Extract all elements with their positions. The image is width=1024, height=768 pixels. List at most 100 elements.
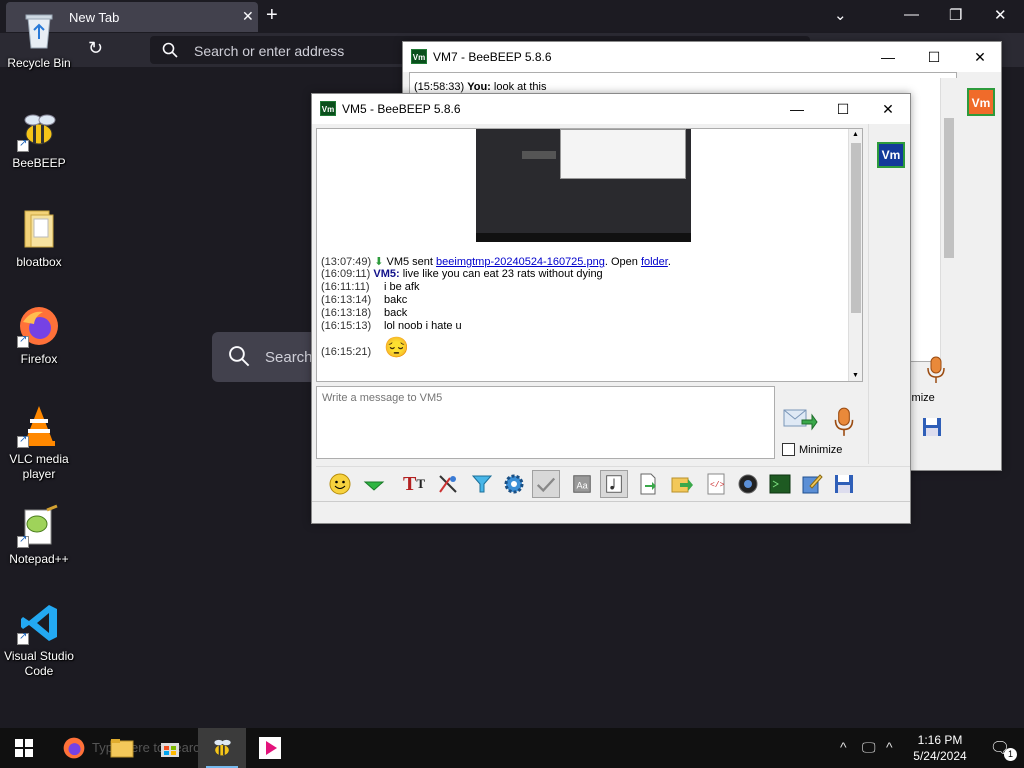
reload-icon[interactable]: ↻ xyxy=(88,38,103,59)
firefox-tab-bar: New Tab ✕ + ⌄ — ❐ ✕ xyxy=(0,0,1024,33)
close-icon[interactable]: ✕ xyxy=(994,6,1007,24)
start-button[interactable] xyxy=(0,728,48,768)
maximize-button[interactable]: ☐ xyxy=(820,94,866,124)
window-title-bar[interactable]: Vm VM5 - BeeBEEP 5.8.6 — ☐ ✕ xyxy=(312,94,910,124)
folder-icon xyxy=(110,739,134,758)
user-avatar-icon[interactable]: Vm xyxy=(967,88,995,116)
chat-message-text: back xyxy=(384,307,408,319)
desktop-icon-label: Notepad++ xyxy=(9,552,69,566)
clock-time: 1:16 PM xyxy=(917,733,963,747)
font-color-icon[interactable] xyxy=(434,470,462,498)
close-button[interactable]: ✕ xyxy=(957,42,1003,72)
search-placeholder: Search xyxy=(265,349,313,366)
open-folder-link[interactable]: folder xyxy=(641,256,668,268)
scrollbar-thumb[interactable] xyxy=(944,118,954,258)
send-icon xyxy=(783,409,818,431)
expand-down-icon[interactable] xyxy=(360,470,388,498)
network-icon[interactable]: 🖵 xyxy=(862,739,876,756)
user-avatar-icon[interactable]: Vm xyxy=(877,142,905,168)
screenshot-icon[interactable] xyxy=(734,470,762,498)
chat-message-text: bakc xyxy=(384,294,408,306)
chat-scrollbar[interactable] xyxy=(940,78,957,362)
taskbar-file-explorer[interactable] xyxy=(98,728,146,768)
html-code-icon[interactable]: </> xyxy=(702,470,730,498)
minimize-button[interactable]: — xyxy=(865,42,911,72)
emoticons-icon[interactable] xyxy=(326,470,354,498)
vm5-beebeep-window[interactable]: Vm VM5 - BeeBEEP 5.8.6 — ☐ ✕ (13:07:49) … xyxy=(311,93,911,524)
minimize-button[interactable]: — xyxy=(774,94,820,124)
system-clock[interactable]: 1:16 PM 5/24/2024 xyxy=(910,732,970,764)
desktop-icon-beebeep[interactable]: BeeBEEP xyxy=(0,108,78,171)
send-folder-icon[interactable] xyxy=(668,470,696,498)
restore-icon[interactable]: ❐ xyxy=(949,6,962,24)
desktop-icon-firefox[interactable]: Firefox xyxy=(0,304,78,367)
vscode-icon xyxy=(17,601,61,645)
vm5-user-panel: Vm xyxy=(868,124,912,464)
beebeep-logo-icon: Vm xyxy=(411,49,427,64)
taskbar-beebeep[interactable] xyxy=(198,728,246,768)
filter-icon[interactable] xyxy=(468,470,496,498)
shared-screenshot-image[interactable] xyxy=(476,129,691,242)
shortcut-arrow-icon xyxy=(17,334,29,348)
shortcut-arrow-icon xyxy=(17,534,29,548)
firefox-icon xyxy=(17,304,61,348)
minimize-icon[interactable]: — xyxy=(904,6,919,23)
maximize-button[interactable]: ☐ xyxy=(911,42,957,72)
volume-icon[interactable]: ^ xyxy=(886,739,893,755)
window-title-bar[interactable]: Vm VM7 - BeeBEEP 5.8.6 — ☐ ✕ xyxy=(403,42,1001,72)
minimize-label: Minimize xyxy=(799,444,843,456)
save-chat-icon[interactable] xyxy=(830,470,858,498)
chat-scrollbar[interactable]: ▲ ▼ xyxy=(848,129,862,381)
chat-history[interactable]: (13:07:49) ⬇ VM5 sent beeimgtmp-20240524… xyxy=(316,128,863,382)
taskbar-firefox[interactable] xyxy=(50,728,98,768)
chat-message: (16:15:13) xyxy=(321,320,372,332)
firefox-icon xyxy=(63,737,85,759)
desktop-icon-vlc[interactable]: VLC media player xyxy=(0,404,78,482)
new-tab-icon[interactable]: + xyxy=(266,4,278,27)
edit-note-icon[interactable] xyxy=(798,470,826,498)
notification-count-badge: 1 xyxy=(1004,748,1017,761)
desktop-icon-bloatbox[interactable]: bloatbox xyxy=(0,207,78,270)
sent-file-link[interactable]: beeimgtmp-20240524-160725.png xyxy=(436,256,605,268)
notification-center-button[interactable]: 🗨 1 xyxy=(976,728,1024,768)
settings-gear-icon[interactable] xyxy=(500,470,528,498)
close-tab-icon[interactable]: ✕ xyxy=(242,8,254,25)
minimize-checkbox[interactable] xyxy=(782,443,795,456)
scrollbar-thumb[interactable] xyxy=(851,143,861,313)
chat-line: (15:58:33) You: look at this xyxy=(414,81,547,93)
chat-message: (16:15:21) xyxy=(321,346,372,358)
svg-text:</>: </> xyxy=(710,481,725,490)
microphone-icon xyxy=(834,407,854,436)
desktop-icon-label: Recycle Bin xyxy=(7,56,71,70)
note-icon[interactable] xyxy=(600,470,628,498)
taskbar-store[interactable] xyxy=(146,728,194,768)
dictionary-icon[interactable]: Aa xyxy=(568,470,596,498)
terminal-icon[interactable] xyxy=(766,470,794,498)
send-file-icon[interactable] xyxy=(634,470,662,498)
show-hidden-icons-icon[interactable]: ^ xyxy=(840,739,847,755)
taskbar: Type here to search ^ 🖵 ^ 1:16 PM 5/24/2… xyxy=(0,728,1024,768)
store-icon xyxy=(161,743,179,757)
scroll-down-icon[interactable]: ▼ xyxy=(852,372,859,379)
desktop-icon-vscode[interactable]: Visual Studio Code xyxy=(0,601,78,679)
desktop-icon-recycle-bin[interactable]: Recycle Bin xyxy=(0,8,78,71)
save-icon[interactable] xyxy=(921,416,943,441)
address-placeholder: Search or enter address xyxy=(194,43,345,59)
voice-message-button[interactable] xyxy=(830,406,858,438)
taskbar-media-player[interactable] xyxy=(246,728,294,768)
message-input[interactable] xyxy=(316,386,775,459)
scroll-up-icon[interactable]: ▲ xyxy=(852,131,859,138)
microphone-icon[interactable] xyxy=(925,355,947,388)
notepadpp-icon xyxy=(17,504,61,548)
spell-check-icon[interactable] xyxy=(532,470,560,498)
send-button[interactable] xyxy=(782,404,818,434)
svg-text:Aa: Aa xyxy=(577,481,589,491)
desktop-icon-notepadpp[interactable]: Notepad++ xyxy=(0,504,78,567)
pensive-emoji: 😔 xyxy=(384,337,409,359)
windows-logo-icon xyxy=(15,739,33,757)
close-button[interactable]: ✕ xyxy=(865,94,911,124)
list-all-tabs-icon[interactable]: ⌄ xyxy=(834,6,847,24)
font-icon[interactable]: TT xyxy=(400,470,428,498)
shortcut-arrow-icon xyxy=(17,631,29,645)
clock-date: 5/24/2024 xyxy=(913,749,967,763)
